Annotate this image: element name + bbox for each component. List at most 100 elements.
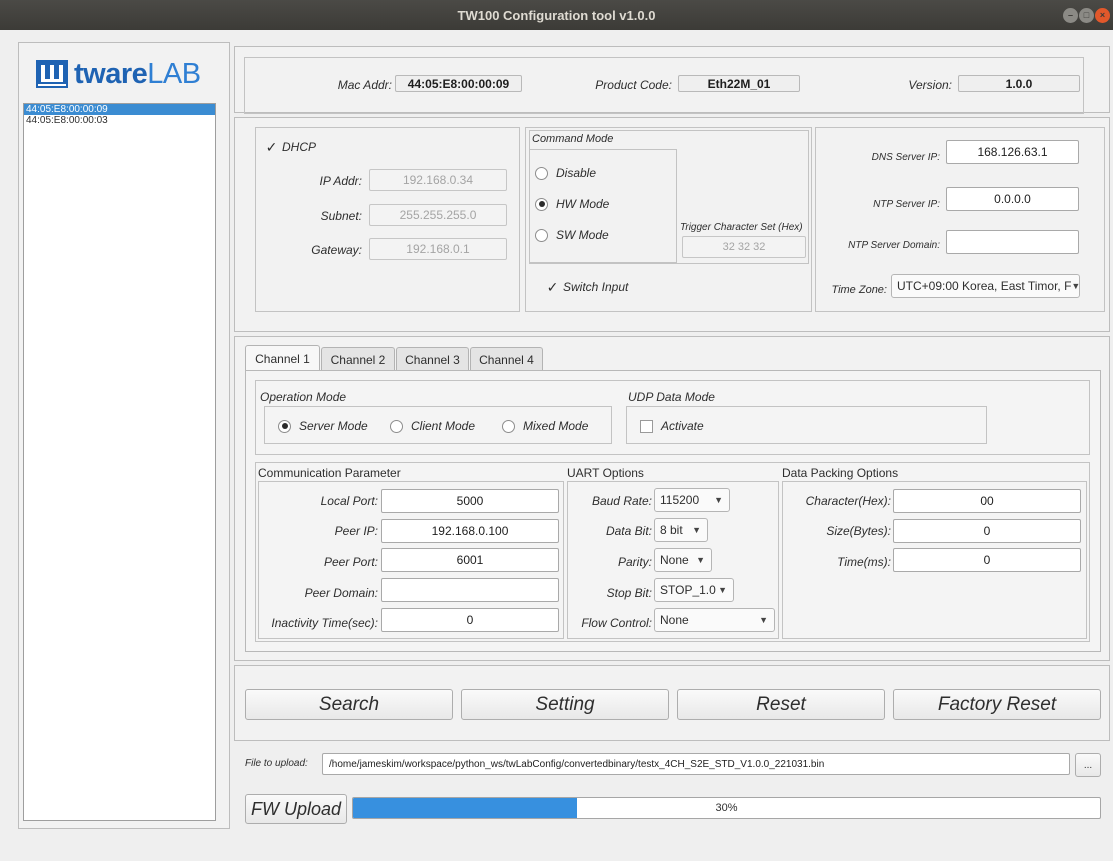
time-zone-value: UTC+09:00 Korea, East Timor, F [897, 279, 1072, 293]
dns-field[interactable]: 168.126.63.1 [946, 140, 1079, 164]
operation-mode-title: Operation Mode [260, 390, 347, 404]
progress-text: 30% [715, 802, 738, 814]
hw-mode-radio[interactable] [535, 197, 548, 211]
peer-port-field[interactable]: 6001 [381, 548, 559, 572]
ntp-domain-label: NTP Server Domain: [848, 240, 940, 251]
server-mode-label: Server Mode [299, 419, 368, 433]
client-mode-option[interactable]: Client Mode [390, 419, 475, 433]
close-icon[interactable]: × [1095, 8, 1110, 23]
tab-channel-4[interactable]: Channel 4 [470, 347, 543, 371]
chevron-down-icon: ▼ [714, 495, 723, 505]
fw-upload-button[interactable]: FW Upload [245, 794, 347, 824]
ip-addr-label: IP Addr: [319, 174, 362, 188]
mixed-mode-option[interactable]: Mixed Mode [502, 419, 588, 433]
character-hex-field[interactable]: 00 [893, 489, 1081, 513]
switch-input-option[interactable]: ✓ Switch Input [546, 280, 629, 294]
stop-bit-value: STOP_1.0 [660, 583, 716, 597]
mixed-mode-radio[interactable] [502, 419, 515, 433]
version-field: 1.0.0 [958, 75, 1080, 92]
mac-label: Mac Addr: [337, 78, 392, 92]
baud-rate-label: Baud Rate: [591, 494, 652, 508]
size-bytes-label: Size(Bytes): [826, 524, 891, 538]
file-upload-label: File to upload: [245, 758, 308, 769]
window-title: TW100 Configuration tool v1.0.0 [457, 7, 656, 23]
file-path-field[interactable]: /home/jameskim/workspace/python_ws/twLab… [322, 753, 1070, 775]
activate-label: Activate [661, 419, 704, 433]
product-code-field: Eth22M_01 [678, 75, 800, 92]
switch-input-checkbox[interactable]: ✓ [546, 280, 559, 294]
time-zone-label: Time Zone: [831, 284, 887, 296]
tab-channel-1[interactable]: Channel 1 [245, 345, 320, 371]
local-port-field[interactable]: 5000 [381, 489, 559, 513]
dhcp-option[interactable]: ✓ DHCP [265, 140, 316, 154]
version-label: Version: [908, 78, 952, 92]
client-mode-radio[interactable] [390, 419, 403, 433]
chevron-down-icon: ▼ [1071, 281, 1080, 291]
data-bit-select[interactable]: 8 bit ▼ [654, 518, 708, 542]
peer-ip-label: Peer IP: [334, 524, 378, 538]
tab-channel-2[interactable]: Channel 2 [321, 347, 395, 371]
sw-mode-radio[interactable] [535, 228, 548, 242]
browse-button[interactable]: ... [1075, 753, 1101, 777]
disable-radio-option[interactable]: Disable [535, 166, 596, 180]
logo-icon [36, 60, 68, 88]
time-ms-field[interactable]: 0 [893, 548, 1081, 572]
baud-rate-select[interactable]: 115200 ▼ [654, 488, 730, 512]
client-mode-label: Client Mode [411, 419, 476, 433]
reset-button[interactable]: Reset [677, 689, 885, 720]
device-list-item[interactable]: 44:05:E8:00:00:03 [24, 115, 215, 126]
maximize-icon[interactable]: □ [1079, 8, 1094, 23]
ip-addr-field[interactable]: 192.168.0.34 [369, 169, 507, 191]
dns-label: DNS Server IP: [871, 152, 940, 163]
activate-checkbox[interactable] [640, 419, 653, 433]
subnet-label: Subnet: [320, 209, 362, 223]
sw-mode-radio-option[interactable]: SW Mode [535, 228, 609, 242]
disable-radio[interactable] [535, 166, 548, 180]
dhcp-checkbox[interactable]: ✓ [265, 140, 278, 154]
comm-param-title: Communication Parameter [258, 466, 401, 480]
server-mode-option[interactable]: Server Mode [278, 419, 368, 433]
tab-channel-3[interactable]: Channel 3 [396, 347, 469, 371]
search-button[interactable]: Search [245, 689, 453, 720]
chevron-down-icon: ▼ [692, 525, 701, 535]
chevron-down-icon: ▼ [759, 615, 768, 625]
ntp-domain-field[interactable] [946, 230, 1079, 254]
stop-bit-select[interactable]: STOP_1.0 ▼ [654, 578, 734, 602]
device-list-item[interactable]: 44:05:E8:00:00:09 [24, 104, 215, 115]
command-mode-title: Command Mode [532, 133, 614, 145]
dhcp-label: DHCP [282, 140, 317, 154]
device-list[interactable]: 44:05:E8:00:00:09 44:05:E8:00:00:03 [23, 103, 216, 821]
ntp-server-label: NTP Server IP: [873, 199, 940, 210]
activate-option[interactable]: Activate [640, 419, 704, 433]
factory-reset-button[interactable]: Factory Reset [893, 689, 1101, 720]
trigger-field[interactable]: 32 32 32 [682, 236, 806, 258]
packing-options-title: Data Packing Options [782, 466, 899, 480]
disable-label: Disable [556, 166, 597, 180]
peer-ip-field[interactable]: 192.168.0.100 [381, 519, 559, 543]
stop-bit-label: Stop Bit: [606, 586, 652, 600]
flow-control-select[interactable]: None ▼ [654, 608, 775, 632]
parity-value: None [660, 553, 689, 567]
time-zone-select[interactable]: UTC+09:00 Korea, East Timor, F ▼ [891, 274, 1080, 298]
upload-progress-bar: 30% [352, 797, 1101, 819]
subnet-field[interactable]: 255.255.255.0 [369, 204, 507, 226]
setting-button[interactable]: Setting [461, 689, 669, 720]
trigger-label: Trigger Character Set (Hex) [680, 222, 803, 233]
peer-port-label: Peer Port: [323, 555, 378, 569]
logo-text-lab: LAB [147, 57, 201, 90]
peer-domain-field[interactable] [381, 578, 559, 602]
hw-mode-radio-option[interactable]: HW Mode [535, 197, 609, 211]
chevron-down-icon: ▼ [718, 585, 727, 595]
server-mode-radio[interactable] [278, 419, 291, 433]
flow-control-label: Flow Control: [581, 616, 652, 630]
gateway-field[interactable]: 192.168.0.1 [369, 238, 507, 260]
product-code-label: Product Code: [595, 78, 672, 92]
parity-select[interactable]: None ▼ [654, 548, 712, 572]
time-ms-label: Time(ms): [837, 555, 891, 569]
data-bit-value: 8 bit [660, 523, 683, 537]
size-bytes-field[interactable]: 0 [893, 519, 1081, 543]
mac-field: 44:05:E8:00:00:09 [395, 75, 522, 92]
ntp-server-field[interactable]: 0.0.0.0 [946, 187, 1079, 211]
inactivity-field[interactable]: 0 [381, 608, 559, 632]
minimize-icon[interactable]: – [1063, 8, 1078, 23]
